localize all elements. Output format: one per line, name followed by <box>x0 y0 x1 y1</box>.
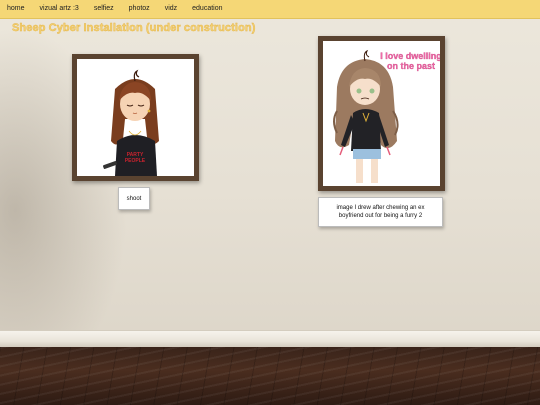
wooden-floor <box>0 347 540 405</box>
nav-vizual-artz[interactable]: vizual artz :3 <box>40 0 79 18</box>
artwork-frame-2[interactable]: I love dwelling on the past <box>318 36 445 191</box>
nav-selfiez[interactable]: selfiez <box>94 0 114 18</box>
artwork-frame-1[interactable]: PARTY PEOPLE <box>72 54 199 181</box>
artwork-image-1: PARTY PEOPLE <box>103 69 159 176</box>
artwork-canvas-2: I love dwelling on the past <box>323 41 440 186</box>
artwork-canvas-1: PARTY PEOPLE <box>77 59 194 176</box>
artwork-caption-1: shoot <box>118 187 150 210</box>
nav-photoz[interactable]: photoz <box>129 0 150 18</box>
svg-text:PEOPLE: PEOPLE <box>125 158 146 164</box>
nav-home[interactable]: home <box>7 0 25 18</box>
site-title: Sheep Cyber Installation (under construc… <box>12 22 256 34</box>
nav-education[interactable]: education <box>192 0 222 18</box>
artwork-overlay-text: I love dwelling on the past <box>380 51 440 71</box>
top-navbar: home vizual artz :3 selfiez photoz vidz … <box>0 0 540 19</box>
nav-vidz[interactable]: vidz <box>165 0 177 18</box>
baseboard <box>0 330 540 348</box>
artwork-caption-2: image I drew after chewing an ex boyfrie… <box>318 197 443 227</box>
